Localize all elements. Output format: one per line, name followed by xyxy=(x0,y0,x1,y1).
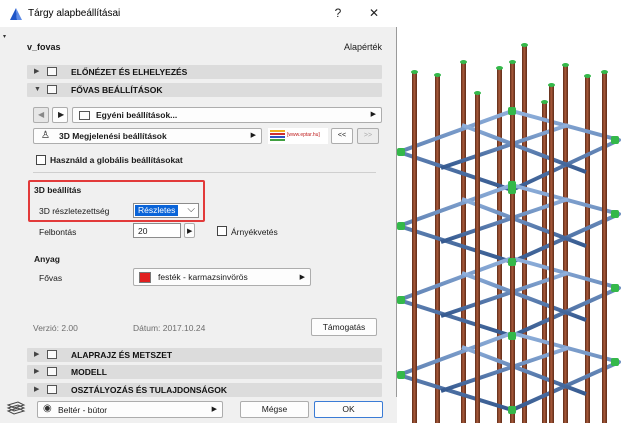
date-text: Dátum: 2017.10.24 xyxy=(133,323,206,333)
next-display-button[interactable]: >> xyxy=(357,128,379,144)
material-label: Fővas xyxy=(39,273,63,283)
eye-icon: ◉ xyxy=(43,403,52,414)
next-page-button[interactable]: ▶ xyxy=(52,107,68,123)
material-swatch xyxy=(139,272,151,283)
section-classification[interactable]: ▶ OSZTÁLYOZÁS ÉS TULAJDONSÁGOK xyxy=(27,383,382,397)
material-dropdown[interactable]: festék - karmazsinvörös ▶ xyxy=(133,268,311,286)
resolution-stepper[interactable]: ▶ xyxy=(184,223,195,238)
default-button[interactable]: Alapérték xyxy=(344,42,382,52)
eptar-url: [www.eptar.hu] xyxy=(287,132,320,138)
help-button[interactable]: ? xyxy=(330,6,346,20)
dropdown-arrow-icon: ▶ xyxy=(370,111,376,118)
section-plan[interactable]: ▶ ALAPRAJZ ÉS METSZET xyxy=(27,348,382,362)
window-title: Tárgy alapbeállításai xyxy=(28,8,121,19)
shadow-label: Árnyékvetés xyxy=(231,227,278,237)
section-model-label: MODELL xyxy=(71,367,107,377)
custom-settings-dropdown[interactable]: Egyéni beállítások... ▶ xyxy=(72,107,382,123)
section-plan-label: ALAPRAJZ ÉS METSZET xyxy=(71,350,173,360)
resolution-label: Felbontás xyxy=(39,227,77,237)
collapse-triangle-icon: ▼ xyxy=(34,86,41,93)
settings-dialog: Tárgy alapbeállításai ? ✕ ▾ v_fovas Alap… xyxy=(0,0,397,423)
section-preview-label: ELŐNÉZET ÉS ELHELYEZÉS xyxy=(71,67,188,77)
layer-value: Beltér - bútor xyxy=(58,405,108,415)
eptar-logo: [www.eptar.hu] xyxy=(268,128,328,144)
close-button[interactable]: ✕ xyxy=(365,6,383,20)
app-icon xyxy=(10,8,22,20)
global-settings-label: Használd a globális beállításokat xyxy=(50,155,183,165)
prev-display-button[interactable]: << xyxy=(331,128,353,144)
expand-triangle-icon: ▶ xyxy=(34,68,40,75)
collapse-arrow-icon[interactable]: ▾ xyxy=(3,33,6,40)
prev-page-button[interactable]: ◀ xyxy=(33,107,49,123)
dropdown-arrow-icon: ▶ xyxy=(250,132,256,139)
version-text: Verzió: 2.00 xyxy=(33,323,78,333)
custom-settings-label: Egyéni beállítások... xyxy=(96,110,178,120)
object-name: v_fovas xyxy=(27,42,61,52)
display3d-dropdown[interactable]: ♙ 3D Megjelenési beállítások ▶ xyxy=(33,128,262,144)
shadow-checkbox[interactable] xyxy=(217,226,227,236)
settings-icon xyxy=(47,85,57,94)
expand-triangle-icon: ▶ xyxy=(34,368,40,375)
left-arrow-icon: ◀ xyxy=(38,110,45,119)
resolution-input[interactable]: 20 xyxy=(133,223,181,238)
support-button[interactable]: Támogatás xyxy=(311,318,377,336)
right-arrow-icon: ▶ xyxy=(187,228,193,235)
dropdown-arrow-icon: ▶ xyxy=(299,274,305,281)
classification-icon xyxy=(47,385,57,394)
cancel-button[interactable]: Mégse xyxy=(240,401,309,418)
material-value: festék - karmazsinvörös xyxy=(158,272,248,282)
right-arrow-icon: ▶ xyxy=(58,110,65,119)
person-icon: ♙ xyxy=(41,130,50,141)
section-main-label: FŐVAS BEÁLLÍTÁSOK xyxy=(71,85,163,95)
resolution-value: 20 xyxy=(138,226,148,236)
separator xyxy=(33,172,376,173)
ok-button[interactable]: OK xyxy=(314,401,383,418)
title-bar: Tárgy alapbeállításai ? ✕ xyxy=(0,0,397,27)
rebar-cage-illustration xyxy=(397,43,621,425)
display3d-label: 3D Megjelenési beállítások xyxy=(59,131,167,141)
expand-triangle-icon: ▶ xyxy=(34,386,40,393)
expand-triangle-icon: ▶ xyxy=(34,351,40,358)
section-main[interactable]: ▼ FŐVAS BEÁLLÍTÁSOK xyxy=(27,83,382,97)
section-preview[interactable]: ▶ ELŐNÉZET ÉS ELHELYEZÉS xyxy=(27,65,382,79)
layer-dropdown[interactable]: ◉ Beltér - bútor ▶ xyxy=(37,401,223,418)
preview-icon xyxy=(47,67,57,76)
highlight-frame xyxy=(28,180,205,222)
plan-icon xyxy=(47,350,57,359)
section-classification-label: OSZTÁLYOZÁS ÉS TULAJDONSÁGOK xyxy=(71,385,228,395)
rebar-cage-image xyxy=(397,0,621,425)
dropdown-arrow-icon: ▶ xyxy=(211,406,217,413)
model-icon xyxy=(47,367,57,376)
section-model[interactable]: ▶ MODELL xyxy=(27,365,382,379)
layers-icon xyxy=(6,401,26,415)
global-settings-checkbox[interactable] xyxy=(36,155,46,165)
material-heading: Anyag xyxy=(34,254,60,264)
grid-icon xyxy=(79,111,90,120)
